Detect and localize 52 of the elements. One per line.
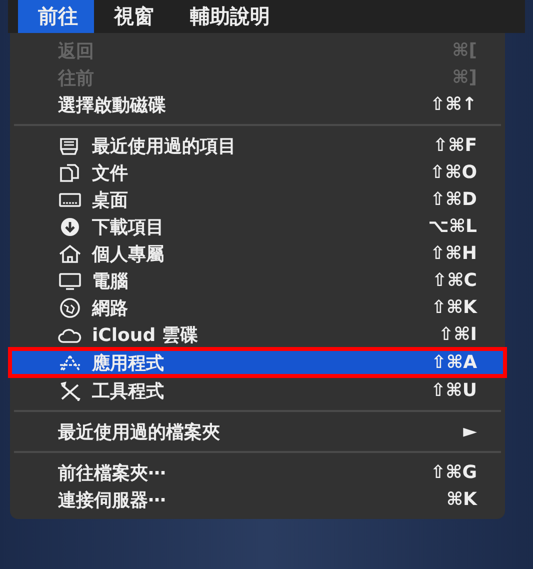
shortcut-label: ⌘] — [452, 67, 477, 88]
menu-item[interactable]: 桌面 ⇧⌘D — [10, 186, 505, 213]
menu-item[interactable]: iCloud 雲碟 ⇧⌘I — [10, 321, 505, 348]
item-label: iCloud 雲碟 — [92, 324, 199, 346]
item-label: 網路 — [92, 296, 129, 320]
item-label: 下載項目 — [92, 216, 165, 238]
shortcut-label: ⇧⌘G — [430, 462, 477, 483]
documents-icon — [58, 162, 82, 182]
menu-item[interactable]: 網路 ⇧⌘K — [10, 294, 505, 321]
menu-title[interactable]: 輔助說明 — [170, 0, 286, 33]
monitor-icon — [58, 270, 82, 290]
menu-title[interactable]: 前往 — [18, 0, 94, 33]
menu-item[interactable]: 文件 ⇧⌘O — [10, 159, 505, 186]
house-icon — [58, 244, 82, 264]
menu-item[interactable]: 下載項目 ⌥⌘L — [10, 213, 505, 240]
shortcut-label: ⇧⌘K — [431, 297, 477, 318]
shortcut-label: ⇧⌘D — [430, 189, 477, 210]
shortcut-label: ⇧⌘↑ — [430, 94, 477, 115]
menu-title[interactable]: 視窗 — [94, 0, 170, 33]
item-label: 選擇啟動磁碟 — [58, 94, 167, 116]
item-label: 電腦 — [92, 270, 129, 292]
item-label: 應用程式 — [92, 352, 165, 374]
shortcut-label: ⇧⌘H — [430, 243, 477, 264]
shortcut-label: ⌘K — [446, 489, 477, 510]
item-label: 最近使用過的項目 — [92, 134, 237, 158]
menu-item[interactable]: 應用程式 ⇧⌘A — [10, 349, 505, 376]
shortcut-label: ⇧⌘C — [432, 270, 477, 291]
item-label: 個人專屬 — [92, 242, 165, 266]
shortcut-label: ⌥⌘L — [428, 216, 477, 237]
tools-icon — [58, 380, 82, 400]
item-label: 最近使用過的檔案夾 — [58, 420, 221, 444]
shortcut-label: ⌘[ — [452, 40, 477, 61]
shortcut-label: ⇧⌘U — [430, 380, 477, 401]
menu-item[interactable]: 連接伺服器⋯ ⌘K — [10, 486, 505, 513]
shortcut-label: ⇧⌘O — [430, 162, 477, 183]
item-label: 文件 — [92, 162, 129, 184]
menu-item[interactable]: 個人專屬 ⇧⌘H — [10, 240, 505, 267]
menu-item[interactable]: 前往檔案夾⋯ ⇧⌘G — [10, 459, 505, 486]
shortcut-label: ⇧⌘I — [438, 324, 477, 345]
menu-item[interactable]: 選擇啟動磁碟 ⇧⌘↑ — [10, 91, 505, 118]
shortcut-label: ► — [463, 421, 477, 442]
menu-item[interactable]: 工具程式 ⇧⌘U — [10, 377, 505, 404]
shortcut-label: ⇧⌘F — [432, 135, 477, 156]
item-label: 工具程式 — [92, 380, 165, 402]
download-icon — [58, 216, 82, 236]
menu-item[interactable]: 最近使用過的項目 ⇧⌘F — [10, 132, 505, 159]
menu-item[interactable]: 最近使用過的檔案夾 ► — [10, 418, 505, 445]
shortcut-label: ⇧⌘A — [431, 352, 477, 373]
item-label: 前往檔案夾⋯ — [58, 462, 167, 484]
item-label: 桌面 — [92, 188, 129, 212]
item-label: 連接伺服器⋯ — [58, 488, 167, 512]
menu-item[interactable]: 電腦 ⇧⌘C — [10, 267, 505, 294]
